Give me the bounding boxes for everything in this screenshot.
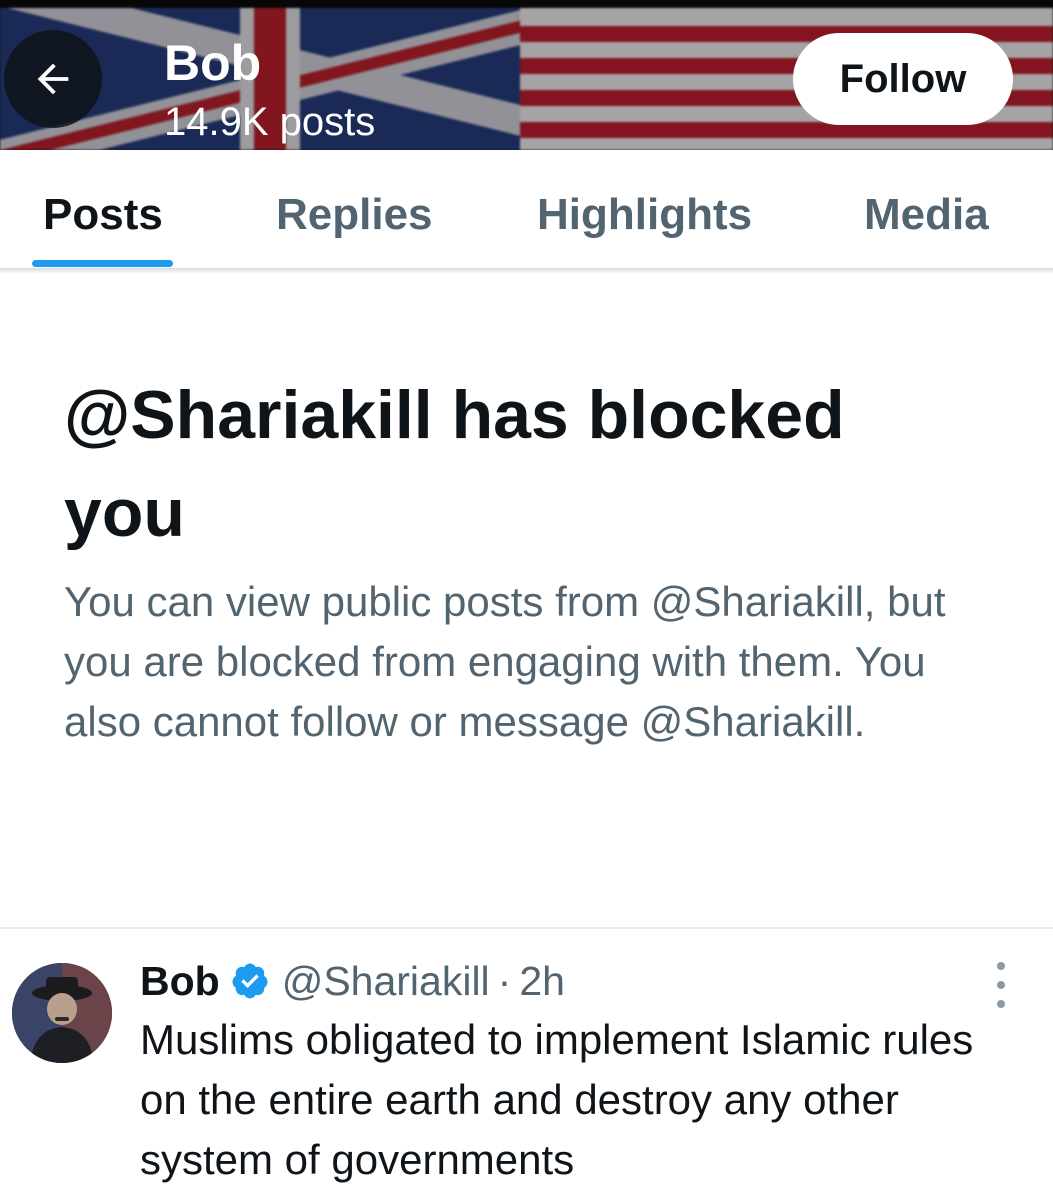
- profile-name: Bob: [164, 35, 262, 91]
- more-vertical-icon: [997, 962, 1005, 970]
- post-text: Muslims obligated to implement Islamic r…: [140, 1016, 974, 1183]
- follow-button[interactable]: Follow: [793, 33, 1013, 125]
- tab-posts[interactable]: Posts: [43, 190, 163, 240]
- profile-tabs: Posts Replies Highlights Media: [0, 150, 1053, 270]
- blocked-title: @Shariakill has blocked you: [64, 377, 845, 551]
- back-button[interactable]: [4, 30, 102, 128]
- post-header: Bob @Shariakill · 2h: [140, 956, 565, 1006]
- post-author-handle[interactable]: @Shariakill: [282, 958, 490, 1005]
- avatar[interactable]: [12, 963, 112, 1063]
- section-divider: [0, 927, 1053, 929]
- tab-highlights[interactable]: Highlights: [537, 190, 752, 240]
- arrow-left-icon: [37, 63, 69, 95]
- post-author-name[interactable]: Bob: [140, 958, 220, 1005]
- active-tab-indicator: [32, 260, 173, 267]
- verified-badge-icon: [232, 963, 268, 999]
- tab-replies[interactable]: Replies: [276, 190, 433, 240]
- tabs-divider: [0, 268, 1053, 274]
- more-options-button[interactable]: [986, 962, 1016, 1008]
- blocked-description: You can view public posts from @Shariaki…: [64, 578, 946, 745]
- tab-media[interactable]: Media: [864, 190, 989, 240]
- post-count: 14.9K posts: [164, 100, 376, 144]
- separator-dot: ·: [497, 957, 512, 1004]
- post-timestamp[interactable]: 2h: [519, 958, 565, 1005]
- profile-header: Bob 14.9K posts Follow: [0, 0, 1053, 150]
- avatar-image: [12, 963, 112, 1063]
